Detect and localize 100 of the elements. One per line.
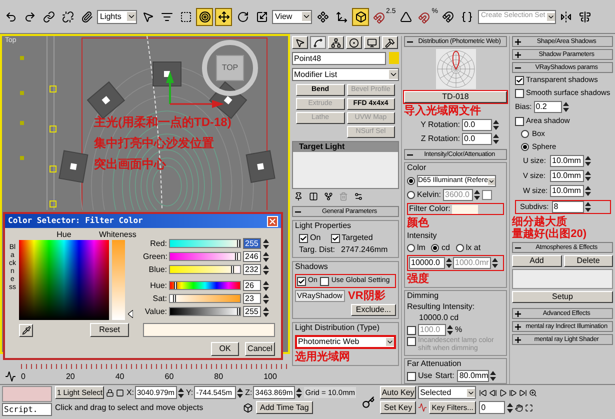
checkbox[interactable] (320, 276, 330, 286)
slider-thumb[interactable] (173, 295, 176, 302)
lock-icon[interactable] (106, 388, 114, 396)
checkbox[interactable] (515, 116, 524, 126)
dropdown[interactable]: Lights (97, 10, 137, 24)
eyedropper-button[interactable] (19, 324, 33, 336)
curve-editor-icon[interactable] (3, 370, 17, 382)
number-field[interactable]: 10.0mm (550, 155, 584, 167)
tangent-icon[interactable] (418, 403, 428, 412)
kelvin-color-swatch[interactable] (482, 190, 492, 200)
number-field[interactable]: 0.0 (462, 119, 492, 131)
slider-thumb[interactable] (174, 282, 177, 289)
filter-color-swatch[interactable] (452, 204, 478, 214)
radio-button[interactable] (521, 130, 529, 138)
number-field[interactable]: 10.0mm (550, 170, 584, 182)
frame-field[interactable]: 0 (479, 401, 506, 414)
reset-button[interactable]: Reset (90, 323, 129, 337)
dropdown[interactable]: View (272, 10, 312, 24)
modifier-list-dropdown[interactable]: Modifier List (292, 68, 399, 81)
key-mode-dropdown[interactable]: Selected (418, 386, 476, 399)
stack-item[interactable]: Target Light (293, 142, 398, 152)
color-slider[interactable] (169, 252, 241, 261)
checkbox[interactable] (515, 88, 524, 98)
color-slider[interactable] (169, 239, 241, 248)
hue-blackness-picker[interactable] (19, 240, 109, 320)
number-field[interactable]: 26 (243, 280, 261, 291)
go-to-start-icon[interactable] (479, 388, 488, 396)
delete-button[interactable]: Delete (564, 255, 613, 267)
whiteness-marker-icon[interactable] (128, 310, 133, 318)
cube-icon[interactable] (352, 8, 369, 26)
spinner-icon[interactable] (263, 252, 269, 262)
make-unique-icon[interactable] (324, 192, 333, 201)
color-slider[interactable] (169, 307, 241, 316)
exclude-button[interactable]: Exclude... (350, 304, 396, 316)
number-field[interactable]: 255 (243, 238, 261, 249)
hierarchy-icon[interactable] (328, 36, 344, 49)
light-icon[interactable] (70, 163, 77, 170)
close-button[interactable] (267, 216, 278, 226)
add-time-tag-button[interactable]: Add Time Tag (256, 401, 313, 414)
checkbox[interactable] (330, 234, 340, 242)
number-field[interactable]: 10000.0 (409, 257, 445, 269)
checkbox[interactable] (297, 276, 306, 286)
spinner-icon[interactable] (263, 306, 269, 316)
checkbox[interactable] (407, 372, 416, 380)
number-field[interactable]: 0.0 (462, 133, 492, 145)
color-slider[interactable] (169, 281, 241, 290)
zoom-icon[interactable] (529, 388, 538, 396)
move-gizmo-icon[interactable] (166, 71, 224, 108)
checkbox[interactable] (515, 76, 524, 84)
move-icon[interactable] (215, 8, 232, 26)
slider-thumb[interactable] (234, 253, 238, 260)
number-field[interactable]: 0.2 (534, 101, 562, 113)
slider-thumb[interactable] (230, 266, 234, 273)
auto-key-button[interactable]: Auto Key (380, 386, 416, 399)
object-name-field[interactable]: Point48 (292, 52, 386, 65)
number-field[interactable]: 8 (552, 201, 584, 213)
slider-thumb[interactable] (237, 240, 240, 247)
object-color-swatch[interactable] (389, 52, 399, 64)
light-icon[interactable] (224, 96, 232, 104)
pan-icon[interactable] (515, 404, 524, 412)
window-crossing-icon[interactable] (196, 8, 213, 26)
script-field[interactable]: Script. (2, 403, 52, 416)
setup-button[interactable]: Setup (512, 291, 613, 303)
light-icon[interactable] (257, 163, 264, 170)
web-file-button[interactable]: TD-018 (404, 91, 507, 103)
spinner-icon[interactable] (263, 264, 269, 274)
number-field[interactable]: 80.0mm (457, 370, 490, 382)
configure-icon[interactable] (354, 192, 363, 201)
ok-button[interactable]: OK (211, 342, 239, 356)
next-frame-icon[interactable] (509, 388, 518, 396)
time-ruler[interactable]: 0 20 40 60 80 100 (21, 364, 287, 382)
distribution-dropdown[interactable]: Photometric Web (295, 335, 396, 349)
color-slider[interactable] (169, 265, 241, 274)
show-end-result-icon[interactable] (309, 192, 318, 201)
set-key-button[interactable]: Set Key (380, 401, 416, 414)
number-field[interactable]: 246 (243, 251, 261, 262)
radio-button[interactable] (407, 244, 415, 252)
go-to-end-icon[interactable] (519, 388, 528, 396)
light-icon[interactable] (102, 96, 110, 104)
pin-stack-icon[interactable] (294, 192, 303, 201)
radio-button[interactable] (456, 244, 464, 252)
create-icon[interactable] (292, 36, 308, 49)
spinner-icon[interactable] (263, 294, 269, 304)
absolute-mode-icon[interactable] (116, 388, 124, 396)
modifier-stack[interactable]: Target Light (292, 141, 399, 189)
number-field[interactable]: 232 (243, 264, 261, 275)
display-icon[interactable] (364, 36, 380, 49)
radio-button[interactable] (431, 244, 440, 252)
effects-list[interactable] (512, 269, 613, 289)
color-slider[interactable] (169, 294, 241, 303)
radio-button[interactable] (407, 177, 415, 185)
number-field[interactable]: 10.0mm (550, 185, 584, 197)
number-field[interactable]: 23 (243, 293, 261, 304)
curve-icon[interactable] (310, 36, 326, 49)
spinner-icon[interactable] (263, 280, 269, 290)
number-field[interactable]: 255 (243, 306, 261, 317)
spinner-icon[interactable] (263, 238, 269, 248)
play-icon[interactable] (499, 388, 508, 396)
utilities-icon[interactable] (382, 36, 398, 49)
slider-thumb[interactable] (237, 308, 240, 315)
